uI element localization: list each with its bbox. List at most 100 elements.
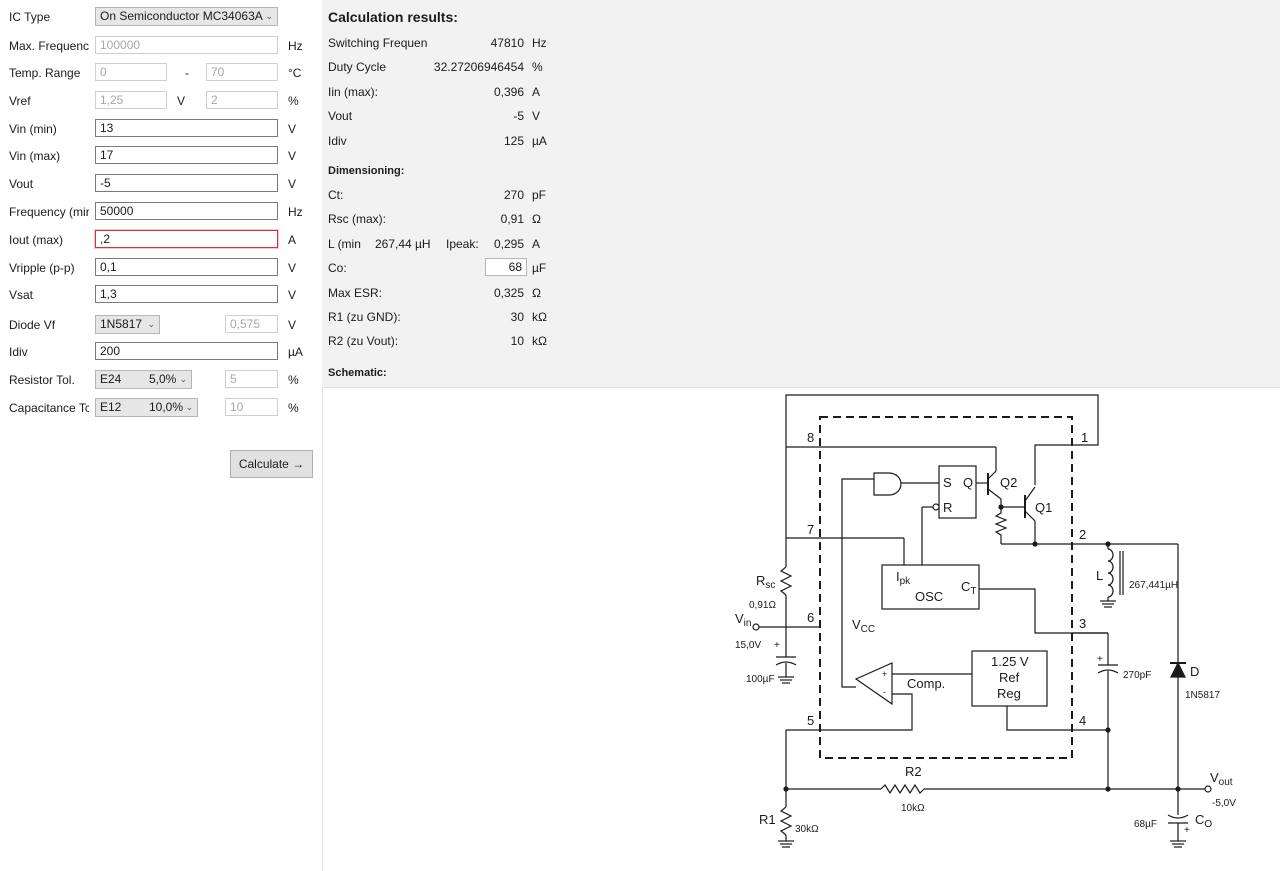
ct-unit: pF — [532, 188, 547, 202]
vout-value: -5,0V — [1212, 798, 1236, 809]
resistor-series-dropdown[interactable]: E24 5,0% ⌄ — [95, 370, 192, 389]
r2-unit: kΩ — [532, 334, 547, 348]
vsat-unit: V — [288, 288, 297, 302]
r2-label: R2 — [905, 764, 922, 779]
osc-label: OSC — [915, 589, 943, 604]
capacitance-tol-label: Capacitance Tc — [9, 401, 89, 415]
ct-value: 270 — [503, 188, 524, 202]
cin-plus: + — [774, 640, 780, 651]
row-ic-type: IC Type On Semiconductor MC34063A ⌄ — [0, 7, 322, 29]
vsat-input[interactable]: 1,3 — [95, 285, 278, 303]
pin6-label: 6 — [807, 610, 814, 625]
wire-ct — [979, 588, 1108, 634]
iout-max-input[interactable]: ,2 — [94, 229, 279, 249]
vin-max-label: Vin (max) — [9, 149, 61, 163]
l-value: 267,441µH — [1129, 580, 1178, 591]
vref-unit: V — [177, 94, 186, 108]
q1-label: Q1 — [1035, 500, 1052, 515]
ipeak-value: 0,295 — [493, 237, 524, 251]
vripple-input[interactable]: 0,1 — [95, 258, 278, 276]
co-unit: µF — [532, 261, 547, 275]
row-frequency: Frequency (mir 50000 Hz — [0, 202, 322, 224]
co-value: 68µF — [1134, 819, 1157, 830]
diode-d — [1170, 661, 1186, 678]
vin-max-input[interactable]: 17 — [95, 146, 278, 164]
duty-cycle-label: Duty Cycle — [328, 60, 387, 74]
vref-input[interactable]: 1,25 — [95, 91, 167, 109]
ic-type-dropdown[interactable]: On Semiconductor MC34063A ⌄ — [95, 7, 278, 26]
vout-result-unit: V — [532, 109, 541, 123]
reset-bubble — [932, 503, 940, 511]
comp-label: Comp. — [907, 676, 945, 691]
row-max-freq: Max. Frequenc 100000 Hz — [0, 36, 322, 58]
calculate-button[interactable]: Calculate → — [230, 450, 313, 478]
diode-dropdown[interactable]: 1N5817 ⌄ — [95, 315, 160, 334]
schematic-area: 8 1 7 2 6 3 5 4 S Q R Q2 Q1 Ipk OSC CT V… — [322, 387, 1280, 871]
vripple-unit: V — [288, 261, 297, 275]
vref-tol-input[interactable]: 2 — [206, 91, 278, 109]
temp-range-label: Temp. Range — [9, 66, 81, 80]
ct-label: Ct: — [328, 188, 344, 202]
iin-max-value: 0,396 — [493, 85, 524, 99]
diode-value: 1N5817 — [100, 317, 143, 331]
max-freq-label: Max. Frequenc — [9, 39, 89, 53]
and-gate — [873, 472, 902, 496]
ff-s-label: S — [943, 475, 952, 490]
idiv-unit: µA — [288, 345, 303, 359]
idiv-result-unit: µA — [532, 134, 547, 148]
idiv-result-label: Idiv — [328, 134, 347, 148]
vref-label: Vref — [9, 94, 31, 108]
max-esr-value: 0,325 — [493, 286, 524, 300]
vout-input[interactable]: -5 — [95, 174, 278, 192]
idiv-input[interactable]: 200 — [95, 342, 278, 360]
pin3-label: 3 — [1079, 616, 1086, 631]
frequency-label: Frequency (mir — [9, 205, 89, 219]
capacitance-series-dropdown[interactable]: E12 10,0% ⌄ — [95, 398, 198, 417]
temp-min-input[interactable]: 0 — [95, 63, 167, 81]
r2-value: 10kΩ — [901, 803, 925, 814]
ic-type-value: On Semiconductor MC34063A — [100, 9, 263, 23]
row-vin-min: Vin (min) 13 V — [0, 119, 322, 141]
ic-type-label: IC Type — [9, 10, 51, 24]
max-freq-input[interactable]: 100000 — [95, 36, 278, 54]
capacitance-tol-unit: % — [288, 401, 299, 415]
row-vout: Vout -5 V — [0, 174, 322, 196]
ff-r-label: R — [943, 500, 952, 515]
co-input[interactable]: 68 — [485, 258, 527, 276]
capacitance-pct-value: 10,0% — [149, 400, 184, 414]
wire-pin1-loop — [785, 394, 1099, 447]
pin8-label: 8 — [807, 430, 814, 445]
capacitance-tol-input[interactable]: 10 — [225, 398, 278, 416]
vout-result-value: -5 — [513, 109, 524, 123]
vin-label: Vin — [735, 611, 751, 629]
vout-terminal — [1204, 785, 1212, 793]
vref-tol-unit: % — [288, 94, 299, 108]
r1-label: R1 — [759, 812, 776, 827]
r2-label: R2 (zu Vout): — [328, 334, 399, 348]
frequency-input[interactable]: 50000 — [95, 202, 278, 220]
vin-min-input[interactable]: 13 — [95, 119, 278, 137]
pin4-label: 4 — [1079, 713, 1086, 728]
node-pin2 — [1032, 541, 1038, 547]
diode-vf-input[interactable]: 0,575 — [225, 315, 278, 333]
d-value: 1N5817 — [1185, 690, 1220, 701]
q-bias-resistor — [994, 507, 1008, 544]
temp-max-input[interactable]: 70 — [206, 63, 278, 81]
idiv-result-value: 125 — [503, 134, 524, 148]
dimensioning-heading: Dimensioning: — [328, 165, 405, 177]
vout-unit: V — [288, 177, 297, 191]
wire-q2-q1 — [1000, 499, 1025, 508]
schematic-heading: Schematic: — [328, 367, 387, 379]
vin-max-unit: V — [288, 149, 297, 163]
r1-value: 30kΩ — [795, 824, 819, 835]
rsc-value: 0,91Ω — [749, 600, 776, 611]
resistor-tol-input[interactable]: 5 — [225, 370, 278, 388]
r1-value: 30 — [510, 310, 524, 324]
row-resistor-tol: Resistor Tol. E24 5,0% ⌄ 5 % — [0, 370, 322, 392]
temp-range-unit: °C — [288, 66, 302, 80]
temp-range-sep: - — [185, 66, 189, 80]
l-min-unit: µH — [415, 237, 431, 251]
rsc-max-unit: Ω — [532, 212, 541, 226]
r1-resistor — [779, 806, 793, 836]
iout-max-unit: A — [288, 233, 297, 247]
